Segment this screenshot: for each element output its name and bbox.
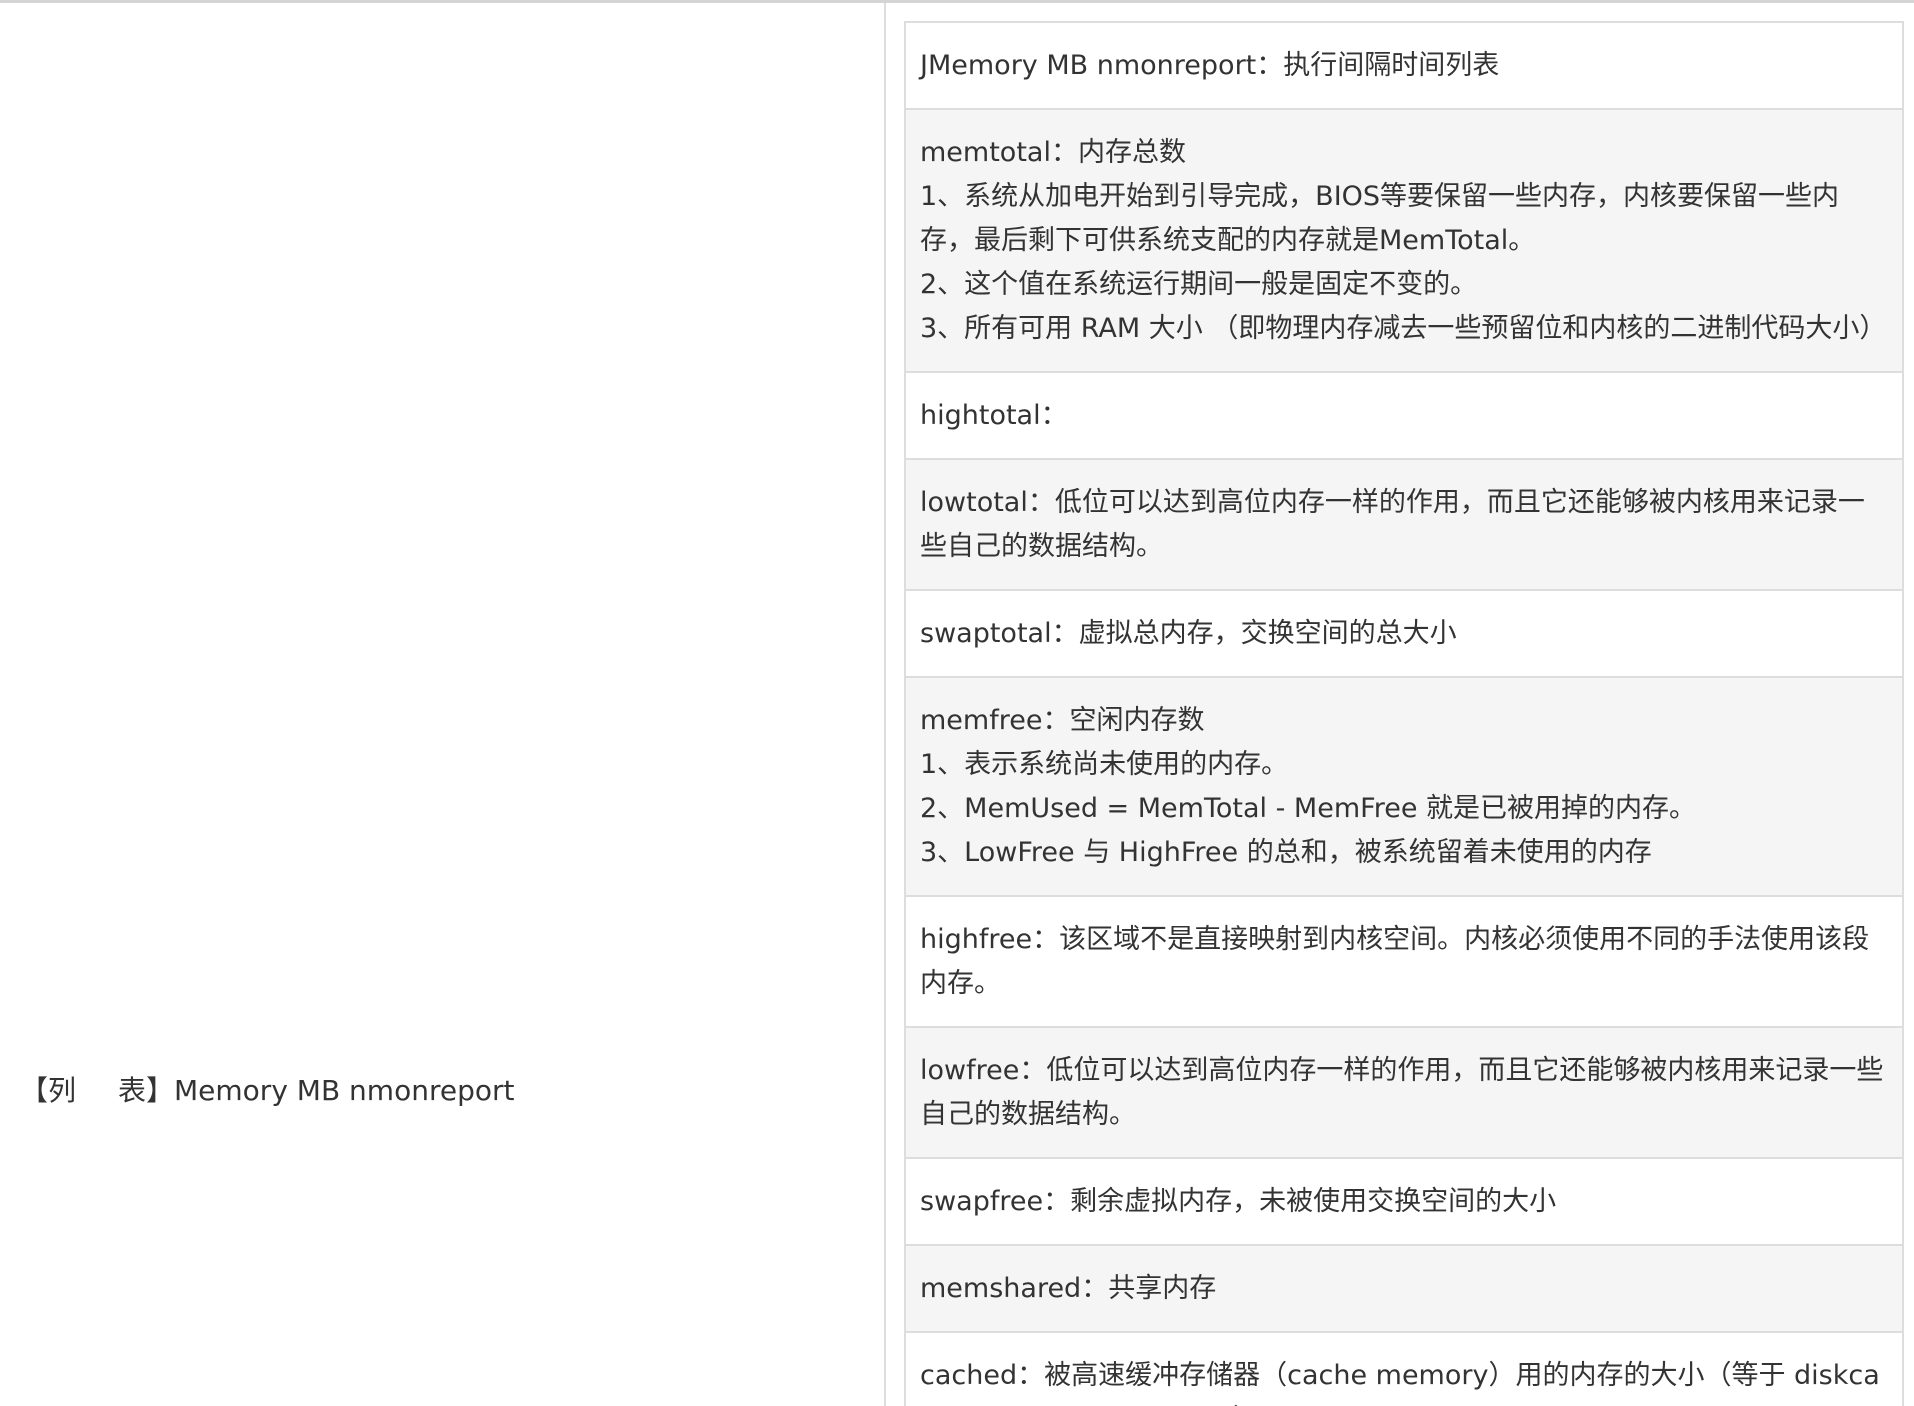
row-label-part-2: 表】Memory MB nmonreport	[118, 1074, 515, 1107]
description-line: lowfree：低位可以达到高位内存一样的作用，而且它还能够被内核用来记录一些自…	[920, 1055, 1884, 1130]
description-row: lowfree：低位可以达到高位内存一样的作用，而且它还能够被内核用来记录一些自…	[906, 1026, 1902, 1157]
description-row: hightotal：	[906, 371, 1902, 458]
description-line: swaptotal：虚拟总内存，交换空间的总大小	[920, 618, 1457, 649]
description-line: 2、这个值在系统运行期间一般是固定不变的。	[920, 269, 1478, 300]
description-row: memfree：空闲内存数 1、表示系统尚未使用的内存。 2、MemUsed = M…	[906, 676, 1902, 895]
description-row: highfree：该区域不是直接映射到内核空间。内核必须使用不同的手法使用该段内…	[906, 895, 1902, 1026]
description-line: JMemory MB nmonreport：执行间隔时间列表	[920, 50, 1500, 81]
description-line: highfree：该区域不是直接映射到内核空间。内核必须使用不同的手法使用该段内…	[920, 924, 1870, 999]
memory-report-table: 【列 表】Memory MB nmonreport JMemory MB nmon…	[0, 3, 1914, 1406]
description-line: hightotal：	[920, 400, 1068, 431]
description-row: memtotal：内存总数 1、系统从加电开始到引导完成，BIOS等要保留一些内存…	[906, 108, 1902, 371]
field-description-list: JMemory MB nmonreport：执行间隔时间列表 memtotal：内…	[904, 21, 1904, 1406]
description-line: 1、系统从加电开始到引导完成，BIOS等要保留一些内存，内核要保留一些内存，最后…	[920, 181, 1840, 256]
row-label: 【列 表】Memory MB nmonreport	[20, 1073, 514, 1109]
description-line: memshared：共享内存	[920, 1273, 1217, 1304]
description-line: lowtotal：低位可以达到高位内存一样的作用，而且它还能够被内核用来记录一些…	[920, 487, 1865, 562]
description-line: 1、表示系统尚未使用的内存。	[920, 749, 1289, 780]
description-line: swapfree：剩余虚拟内存，未被使用交换空间的大小	[920, 1186, 1557, 1217]
row-header-cell: 【列 表】Memory MB nmonreport	[0, 3, 886, 1406]
description-line: memtotal：内存总数	[920, 137, 1186, 168]
row-label-part-1: 【列	[20, 1074, 77, 1107]
description-line: 2、MemUsed = MemTotal - MemFree 就是已被用掉的内存…	[920, 793, 1697, 824]
description-row: swapfree：剩余虚拟内存，未被使用交换空间的大小	[906, 1157, 1902, 1244]
description-row: swaptotal：虚拟总内存，交换空间的总大小	[906, 589, 1902, 676]
description-line: 3、所有可用 RAM 大小 （即物理内存减去一些预留位和内核的二进制代码大小）	[920, 313, 1887, 344]
description-line: 3、LowFree 与 HighFree 的总和，被系统留着未使用的内存	[920, 837, 1652, 868]
description-line: cached：被高速缓冲存储器（cache memory）用的内存的大小（等于 …	[920, 1360, 1880, 1406]
description-row: cached：被高速缓冲存储器（cache memory）用的内存的大小（等于 …	[906, 1331, 1902, 1406]
description-row: lowtotal：低位可以达到高位内存一样的作用，而且它还能够被内核用来记录一些…	[906, 458, 1902, 589]
description-line: memfree：空闲内存数	[920, 705, 1205, 736]
field-descriptions-cell: JMemory MB nmonreport：执行间隔时间列表 memtotal：内…	[886, 3, 1914, 1406]
description-row: memshared：共享内存	[906, 1244, 1902, 1331]
description-row: JMemory MB nmonreport：执行间隔时间列表	[906, 21, 1902, 108]
